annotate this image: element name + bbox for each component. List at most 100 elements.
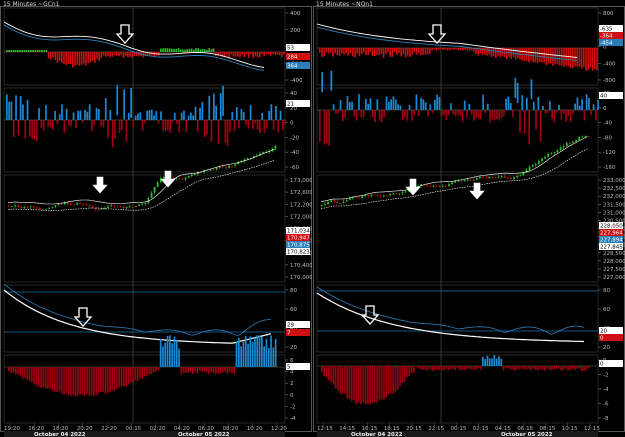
volume-bar xyxy=(519,110,521,133)
panel-price xyxy=(316,174,599,283)
hist-bar xyxy=(67,367,70,395)
candle-body xyxy=(144,202,147,204)
macd-bar xyxy=(179,49,182,52)
hist-bar xyxy=(429,366,431,369)
down-arrow-icon xyxy=(360,305,380,325)
volume-bar xyxy=(413,110,415,116)
chart-gold-canvas[interactable]: 4002000-200-4005328436440200-20-40-60211… xyxy=(0,0,312,437)
volume-bar xyxy=(259,120,261,133)
macd-bar xyxy=(94,52,96,64)
macd-bar xyxy=(43,50,45,52)
volume-bar xyxy=(233,120,236,132)
hist-bar xyxy=(321,366,323,373)
volume-bar xyxy=(148,110,151,120)
candle-body xyxy=(54,205,57,207)
volume-bar xyxy=(514,77,517,98)
volume-bar xyxy=(231,111,234,120)
hist-bar xyxy=(341,366,344,395)
hist-bar xyxy=(334,366,337,389)
hist-bar xyxy=(350,366,353,402)
hist-bar xyxy=(475,366,477,371)
panel-macd xyxy=(3,7,286,86)
volume-bar xyxy=(348,102,351,110)
axis-tick-label: 231,500 xyxy=(603,202,625,208)
hist-bar xyxy=(415,366,417,367)
hist-bar xyxy=(353,366,355,400)
price-band-lower xyxy=(320,148,588,209)
hist-bar xyxy=(557,366,560,369)
volume-bar xyxy=(192,115,194,120)
volume-bar xyxy=(365,98,367,110)
volume-bar xyxy=(52,120,54,130)
macd-bar xyxy=(168,48,171,52)
macd-bar xyxy=(391,48,394,57)
candle-body xyxy=(491,176,494,178)
volume-bar xyxy=(125,120,128,142)
macd-bar xyxy=(23,50,26,52)
hist-bar xyxy=(337,366,339,391)
hist-bar xyxy=(256,335,259,367)
macd-bar xyxy=(334,48,336,54)
hist-bar xyxy=(238,337,240,367)
hist-bar xyxy=(564,366,567,369)
volume-bar xyxy=(219,93,222,120)
volume-bar xyxy=(215,105,217,120)
volume-bar xyxy=(532,101,535,110)
volume-bar xyxy=(528,110,530,145)
volume-bar xyxy=(454,110,457,117)
candle-body xyxy=(178,178,181,179)
hist-bar xyxy=(127,367,130,385)
hist-bar xyxy=(452,366,454,369)
volume-bar xyxy=(217,120,220,144)
axis-tick-label: 20 xyxy=(290,345,297,351)
candle-body xyxy=(538,161,540,165)
chart-gold[interactable]: 4002000-200-4005328436440200-20-40-60211… xyxy=(0,0,312,437)
volume-bar xyxy=(187,115,190,120)
volume-bar xyxy=(567,110,570,117)
macd-bar xyxy=(380,48,383,55)
axis-tick-label: 0 xyxy=(603,106,607,112)
volume-bar xyxy=(88,104,91,120)
hist-bar xyxy=(251,341,254,367)
value-flag-label: 227,964 xyxy=(600,231,623,237)
candle-body xyxy=(101,208,103,210)
candle-body xyxy=(383,195,385,197)
axis-tick-label: 4 xyxy=(290,370,294,376)
chart-nasdaq[interactable]: 8004000-400-800-635-364-454400-40-80-120… xyxy=(313,0,625,437)
hist-bar xyxy=(387,366,390,395)
volume-bar xyxy=(404,110,406,118)
chart-nasdaq-canvas[interactable]: 8004000-400-800-635-364-454400-40-80-120… xyxy=(313,0,625,437)
macd-bar xyxy=(256,52,259,58)
hist-bar xyxy=(17,367,19,375)
hist-bar xyxy=(182,367,185,373)
volume-bar xyxy=(58,114,61,120)
volume-bar xyxy=(470,110,473,115)
hist-bar xyxy=(431,366,434,371)
volume-bar xyxy=(523,110,526,134)
hist-bar xyxy=(81,367,84,395)
candle-body xyxy=(60,203,63,205)
macd-bar xyxy=(343,48,345,55)
hist-bar xyxy=(548,366,551,371)
candle-body xyxy=(39,207,41,210)
volume-bar xyxy=(144,120,146,124)
hist-bar xyxy=(141,367,144,379)
candle-body xyxy=(485,177,488,179)
candle-body xyxy=(231,165,233,167)
hist-bar xyxy=(109,367,111,393)
candle-body xyxy=(20,207,23,209)
candle-body xyxy=(575,140,577,142)
hist-bar xyxy=(150,367,153,374)
axis-tick-label: 20 xyxy=(603,345,610,351)
volume-bar xyxy=(438,96,441,110)
candle-body xyxy=(361,196,364,199)
macd-bar xyxy=(204,49,206,52)
hist-bar xyxy=(546,366,549,369)
hist-bar xyxy=(19,367,22,376)
macd-bar xyxy=(442,48,444,51)
hist-bar xyxy=(583,366,585,371)
candle-body xyxy=(333,200,336,202)
hist-bar xyxy=(205,367,208,373)
macd-bar xyxy=(385,48,387,55)
hist-bar xyxy=(35,367,38,386)
